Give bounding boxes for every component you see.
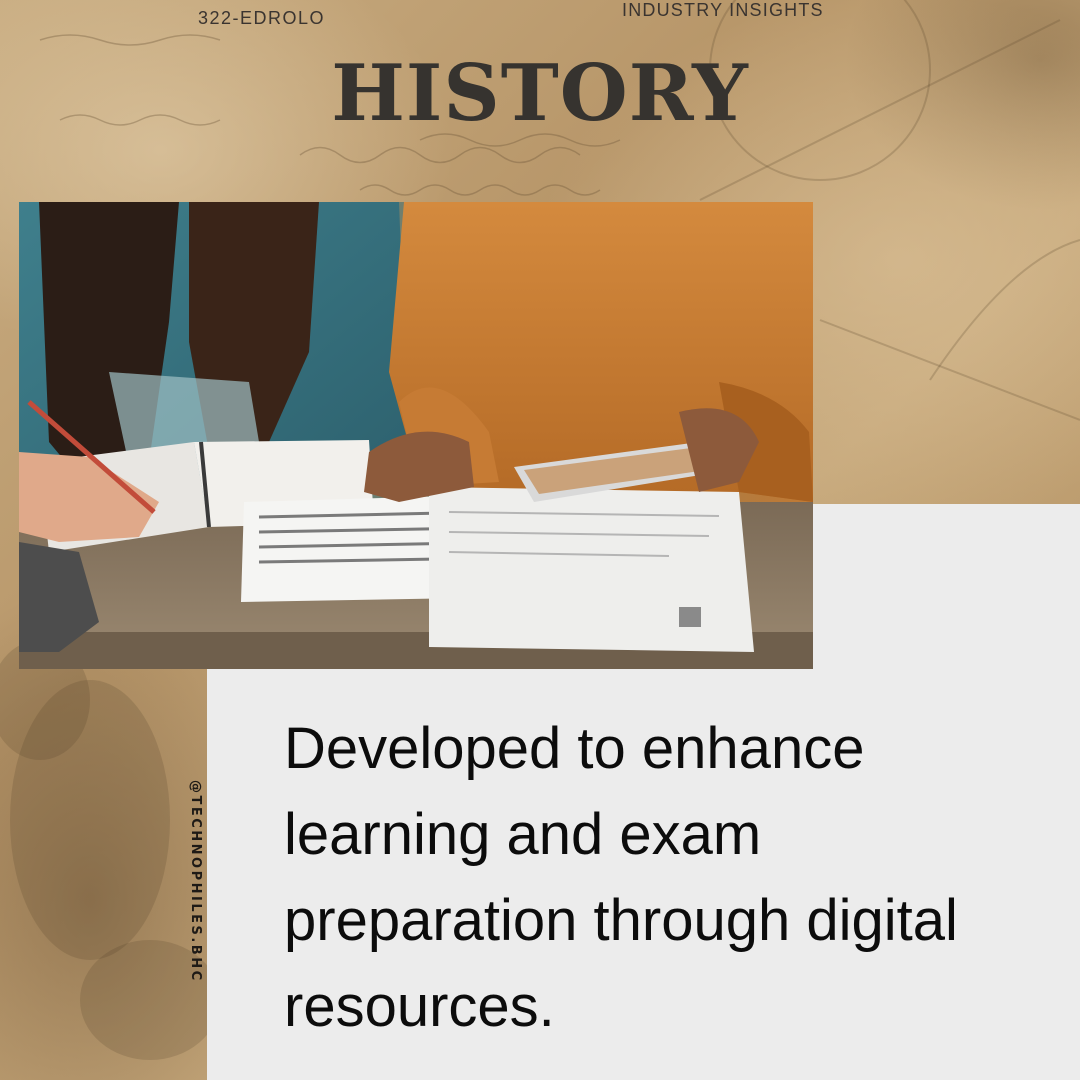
study-photo-illustration — [19, 202, 813, 669]
page-title: HISTORY — [331, 48, 749, 139]
section-tag: INDUSTRY INSIGHTS — [622, 0, 824, 20]
social-handle: @TECHNOPHILES.BHC — [188, 780, 203, 983]
brand-tag: 322-EDROLO — [198, 8, 326, 28]
study-photo — [19, 202, 813, 669]
body-text: Developed to enhance learning and exam p… — [284, 716, 958, 1039]
